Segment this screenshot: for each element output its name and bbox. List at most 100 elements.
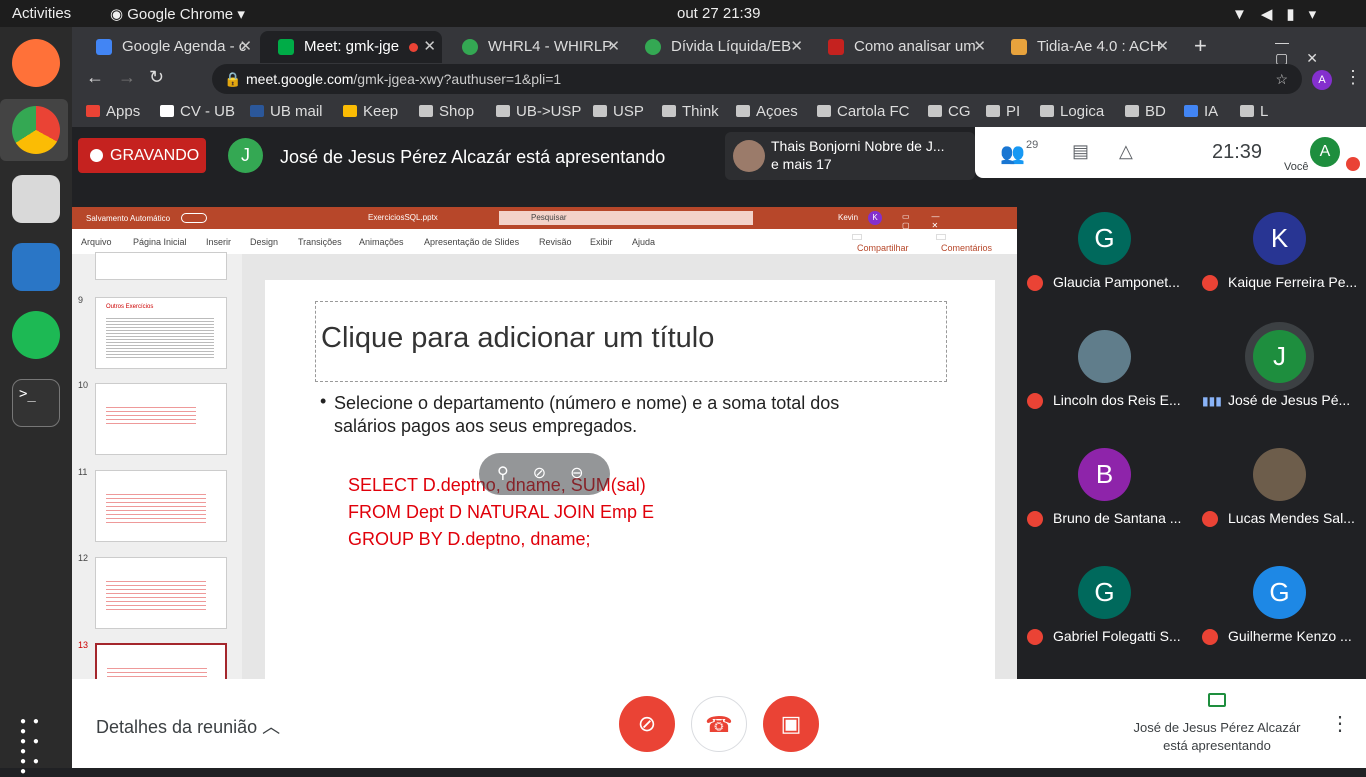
files-icon[interactable] <box>12 175 60 223</box>
bookmark-bd[interactable]: BD <box>1125 103 1166 120</box>
recording-badge: GRAVANDO <box>78 138 206 173</box>
ribbon-tab[interactable]: Inserir <box>206 237 231 247</box>
menu-kebab-icon[interactable]: ⋮ <box>1344 67 1362 88</box>
comments-label: Comentários <box>941 243 993 253</box>
tab-divida[interactable]: Dívida Líquida/EB ✕ <box>627 31 809 63</box>
ribbon-tab[interactable]: Revisão <box>539 237 572 247</box>
chat-icon[interactable]: ▤ <box>1072 141 1089 162</box>
tab-meet[interactable]: Meet: gmk-jge ✕ <box>260 31 442 63</box>
back-icon[interactable]: ← <box>86 67 104 88</box>
mic-toggle-button[interactable]: ⊘ <box>619 696 675 752</box>
participant-tile-speaking[interactable]: J ▮▮▮ José de Jesus Pé... <box>1192 296 1366 414</box>
bookmark-keep[interactable]: Keep <box>343 103 398 120</box>
bookmark-shop[interactable]: Shop <box>419 103 474 120</box>
thumb-text-lines <box>106 316 214 360</box>
slide-number: 9 <box>78 295 84 305</box>
writer-icon[interactable] <box>12 243 60 291</box>
slide-thumbnail[interactable] <box>95 383 227 455</box>
avatar <box>733 140 765 172</box>
ribbon-tab[interactable]: Exibir <box>590 237 613 247</box>
close-icon[interactable]: ✕ <box>607 31 620 63</box>
window-controls[interactable]: —▢✕ <box>1275 34 1366 67</box>
leave-call-button[interactable]: ☎ <box>691 696 747 752</box>
bookmark-star-icon[interactable]: ☆ <box>1275 64 1288 94</box>
ribbon-tab[interactable]: Transições <box>298 237 342 247</box>
participant-tile[interactable]: Lincoln dos Reis E... <box>1017 296 1192 414</box>
meeting-details-button[interactable]: Detalhes da reunião ︿ <box>96 713 280 739</box>
spotify-icon[interactable] <box>12 311 60 359</box>
participant-tile[interactable]: G Gabriel Folegatti S... <box>1017 532 1192 650</box>
participant-tile[interactable]: Lucas Mendes Sal... <box>1192 414 1366 532</box>
reload-icon[interactable]: ↻ <box>149 67 164 88</box>
ribbon-tab[interactable]: Design <box>250 237 278 247</box>
firefox-icon[interactable] <box>12 39 60 87</box>
thumb-text-lines <box>106 491 206 523</box>
close-icon[interactable]: ✕ <box>1156 31 1169 63</box>
ribbon-tab[interactable]: Arquivo <box>81 237 112 247</box>
slide-thumbnail-selected[interactable] <box>95 643 227 682</box>
terminal-icon[interactable]: >_ <box>12 379 60 427</box>
tab-tidia[interactable]: Tidia-Ae 4.0 : ACH ✕ <box>993 31 1175 63</box>
bookmark-ia[interactable]: IA <box>1184 103 1218 120</box>
slide-thumbnail[interactable] <box>95 252 227 280</box>
bookmark-usp[interactable]: USP <box>593 103 644 120</box>
ribbon-tab[interactable]: Página Inicial <box>133 237 187 247</box>
bookmark-pi[interactable]: PI <box>986 103 1020 120</box>
people-icon[interactable]: 👥 <box>1000 141 1025 166</box>
ribbon-tab[interactable]: Ajuda <box>632 237 655 247</box>
camera-toggle-button[interactable]: ▣ <box>763 696 819 752</box>
share-button[interactable]: Compartilhar <box>852 234 909 253</box>
participant-tile[interactable]: B Bruno de Santana ... <box>1017 414 1192 532</box>
address-bar[interactable]: 🔒 meet.google.com/gmk-jgea-xwy?authuser=… <box>212 64 1302 94</box>
forward-icon[interactable]: → <box>118 67 136 88</box>
ppt-window-controls[interactable]: ▭—▢✕ <box>902 212 1017 230</box>
bookmark-think[interactable]: Think <box>662 103 719 120</box>
bookmark-apps[interactable]: Apps <box>86 103 140 120</box>
ppt-search[interactable]: Pesquisar <box>499 211 753 225</box>
activities-button[interactable]: Activities <box>12 5 71 22</box>
slide-thumbnail[interactable] <box>95 557 227 629</box>
ribbon-tab[interactable]: Animações <box>359 237 404 247</box>
new-tab-button[interactable]: + <box>1194 33 1207 59</box>
pin-overlay[interactable]: ⚲⊘⊖ <box>479 453 610 495</box>
present-screen-icon[interactable] <box>1208 693 1226 707</box>
participant-tile[interactable]: G Guilherme Kenzo ... <box>1192 532 1366 650</box>
bookmark-acoes[interactable]: Açoes <box>736 103 798 120</box>
comments-button[interactable]: Comentários <box>936 234 992 253</box>
chrome-icon[interactable] <box>12 106 60 154</box>
bookmark-l[interactable]: L <box>1240 103 1268 120</box>
others-card[interactable]: Thais Bonjorni Nobre de J... e mais 17 <box>725 132 975 180</box>
bookmark-logica[interactable]: Logica <box>1040 103 1104 120</box>
bookmark-cartola[interactable]: Cartola FC <box>817 103 910 120</box>
participant-tile[interactable]: K Kaique Ferreira Pe... <box>1192 178 1366 296</box>
slide-number: 12 <box>78 553 89 563</box>
close-icon[interactable]: ✕ <box>423 31 436 63</box>
bookmark-ub-usp[interactable]: UB->USP <box>496 103 581 120</box>
tab-como-analisar[interactable]: Como analisar um ✕ <box>810 31 992 63</box>
show-apps-icon[interactable]: ● ● ● ● ● ● ● ● ● <box>20 717 52 777</box>
clock[interactable]: out 27 21:39 <box>677 5 760 22</box>
profile-avatar[interactable]: A <box>1312 70 1332 90</box>
slide-canvas[interactable]: Clique para adicionar um título • Seleci… <box>265 280 995 682</box>
bookmark-cv-ub[interactable]: CV - UB <box>160 103 235 120</box>
tab-google-agenda[interactable]: Google Agenda - c ✕ <box>78 31 258 63</box>
more-options-icon[interactable]: ⋮ <box>1330 711 1350 736</box>
participant-tile[interactable]: G Glaucia Pamponet... <box>1017 178 1192 296</box>
bookmark-label: Keep <box>363 103 399 120</box>
close-icon[interactable]: ✕ <box>973 31 986 63</box>
title-placeholder[interactable]: Clique para adicionar um título <box>315 301 947 382</box>
slide-thumbnail[interactable] <box>95 470 227 542</box>
autosave-toggle[interactable] <box>181 213 207 223</box>
present-status[interactable]: José de Jesus Pérez Alcazár está apresen… <box>1122 719 1312 755</box>
slide-thumbnail[interactable]: Outros Exercícios <box>95 297 227 369</box>
ribbon-tab[interactable]: Apresentação de Slides <box>424 237 519 247</box>
close-icon[interactable]: ✕ <box>239 31 252 63</box>
tab-whrl4[interactable]: WHRL4 - WHIRLP ✕ <box>444 31 626 63</box>
bookmark-ub-mail[interactable]: UB mail <box>250 103 323 120</box>
activities-icon[interactable]: △ <box>1119 141 1133 162</box>
thumb-text-lines <box>106 404 196 426</box>
app-menu[interactable]: ◉ Google Chrome ▾ <box>110 5 245 23</box>
close-icon[interactable]: ✕ <box>790 31 803 63</box>
system-tray-icons[interactable]: ▼◀▮▾ <box>1232 5 1330 23</box>
bookmark-cg[interactable]: CG <box>928 103 971 120</box>
